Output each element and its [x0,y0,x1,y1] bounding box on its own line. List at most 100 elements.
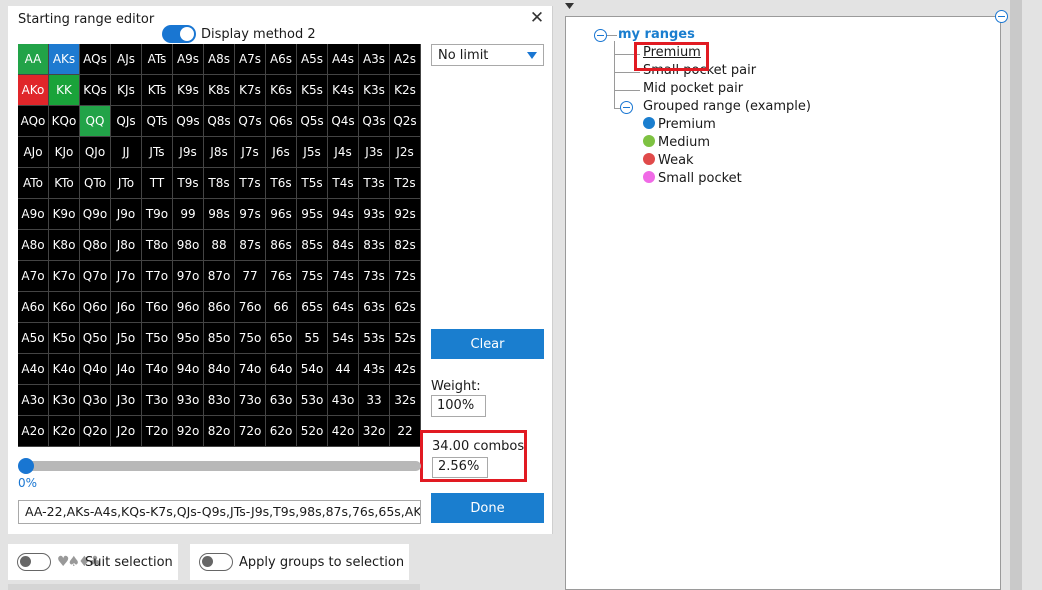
hand-cell[interactable]: 65o [266,323,297,354]
hand-cell[interactable]: QTo [80,168,111,199]
hand-cell[interactable]: T5o [142,323,173,354]
hand-cell[interactable]: K5o [49,323,80,354]
hand-cell[interactable]: J4o [111,354,142,385]
tree-item-grouped-range[interactable]: Grouped range (example) [643,99,811,114]
hand-cell[interactable]: Q6o [80,292,111,323]
hand-cell[interactable]: 87o [204,261,235,292]
hand-cell[interactable]: ATs [142,44,173,75]
hand-cell[interactable]: 84o [204,354,235,385]
hand-cell[interactable]: JJ [111,137,142,168]
hand-cell[interactable]: QJs [111,106,142,137]
hand-cell[interactable]: 42s [390,354,421,385]
hand-cell[interactable]: K8o [49,230,80,261]
suit-selection-switch[interactable] [17,553,51,571]
hand-cell[interactable]: 74s [328,261,359,292]
hand-cell[interactable]: 52o [297,416,328,447]
hand-cell[interactable]: T6o [142,292,173,323]
range-slider-thumb[interactable] [18,458,34,474]
hand-cell[interactable]: A3o [18,385,49,416]
hand-cell[interactable]: Q8s [204,106,235,137]
hand-cell[interactable]: 97s [235,199,266,230]
hand-cell[interactable]: J8o [111,230,142,261]
hand-cell[interactable]: J7o [111,261,142,292]
hand-cell[interactable]: 43s [359,354,390,385]
hand-cell[interactable]: 22 [390,416,421,447]
hand-cell[interactable]: QTs [142,106,173,137]
hand-cell[interactable]: T3s [359,168,390,199]
hand-cell[interactable]: K6o [49,292,80,323]
hand-cell[interactable]: 74o [235,354,266,385]
hand-cell[interactable]: T3o [142,385,173,416]
hand-cell[interactable]: 85o [204,323,235,354]
hand-cell[interactable]: Q8o [80,230,111,261]
hand-cell[interactable]: T5s [297,168,328,199]
hand-cell[interactable]: K9s [173,75,204,106]
hand-cell[interactable]: K5s [297,75,328,106]
hand-cell[interactable]: 94s [328,199,359,230]
hand-cell[interactable]: A6s [266,44,297,75]
hand-cell[interactable]: A4o [18,354,49,385]
hand-cell[interactable]: A9s [173,44,204,75]
hand-cell[interactable]: 72s [390,261,421,292]
collapse-group-icon[interactable] [620,101,633,114]
hand-cell[interactable]: A4s [328,44,359,75]
hand-cell[interactable]: J2s [390,137,421,168]
hand-cell[interactable]: 93s [359,199,390,230]
hand-cell[interactable]: T9o [142,199,173,230]
hand-cell[interactable]: K2o [49,416,80,447]
hand-cell[interactable]: A3s [359,44,390,75]
hand-cell[interactable]: Q5s [297,106,328,137]
hand-cell[interactable]: A8s [204,44,235,75]
hand-cell[interactable]: 94o [173,354,204,385]
hand-cell[interactable]: A2s [390,44,421,75]
hand-cell[interactable]: 82s [390,230,421,261]
hand-cell[interactable]: A9o [18,199,49,230]
hand-cell[interactable]: K7s [235,75,266,106]
weight-input[interactable]: 100% [431,395,486,417]
hand-cell[interactable]: JTo [111,168,142,199]
hand-cell[interactable]: T8s [204,168,235,199]
close-button[interactable]: ✕ [527,9,547,29]
hand-cell[interactable]: K8s [204,75,235,106]
hand-cell[interactable]: TT [142,168,173,199]
done-button[interactable]: Done [431,493,544,523]
hand-cell[interactable]: K3s [359,75,390,106]
hand-cell[interactable]: J8s [204,137,235,168]
vertical-scrollbar[interactable] [1010,0,1022,590]
apply-groups-toggle[interactable]: Apply groups to selection [190,544,409,580]
hand-cell[interactable]: A7o [18,261,49,292]
hand-cell[interactable]: 88 [204,230,235,261]
hand-cell[interactable]: 32o [359,416,390,447]
hand-cell[interactable]: Q5o [80,323,111,354]
hand-cell[interactable]: 32s [390,385,421,416]
hand-cell[interactable]: AKo [18,75,49,106]
group-child-small-pocket[interactable]: Small pocket [643,171,742,186]
hand-cell[interactable]: Q7s [235,106,266,137]
hand-cell[interactable]: 66 [266,292,297,323]
hand-cell[interactable]: 54s [328,323,359,354]
hand-cell[interactable]: 44 [328,354,359,385]
hand-cell[interactable]: QQ [80,106,111,137]
hand-cell[interactable]: 64s [328,292,359,323]
hand-cell[interactable]: T7o [142,261,173,292]
group-child-weak[interactable]: Weak [643,153,694,168]
display-method-toggle[interactable]: Display method 2 [162,25,316,43]
hand-cell[interactable]: 84s [328,230,359,261]
hand-cell[interactable]: 63o [266,385,297,416]
hand-cell[interactable]: 86s [266,230,297,261]
percent-input[interactable]: 2.56% [432,457,488,478]
hand-cell[interactable]: 63s [359,292,390,323]
hand-cell[interactable]: 43o [328,385,359,416]
hand-cell[interactable]: J7s [235,137,266,168]
hand-cell[interactable]: 86o [204,292,235,323]
hand-cell[interactable]: 55 [297,323,328,354]
hand-cell[interactable]: 75o [235,323,266,354]
hand-cell[interactable]: 83s [359,230,390,261]
hand-cell[interactable]: K4o [49,354,80,385]
hand-cell[interactable]: K9o [49,199,80,230]
hand-cell[interactable]: J4s [328,137,359,168]
hand-cell[interactable]: T2o [142,416,173,447]
hand-cell[interactable]: T6s [266,168,297,199]
hand-cell[interactable]: J6s [266,137,297,168]
hand-cell[interactable]: 87s [235,230,266,261]
